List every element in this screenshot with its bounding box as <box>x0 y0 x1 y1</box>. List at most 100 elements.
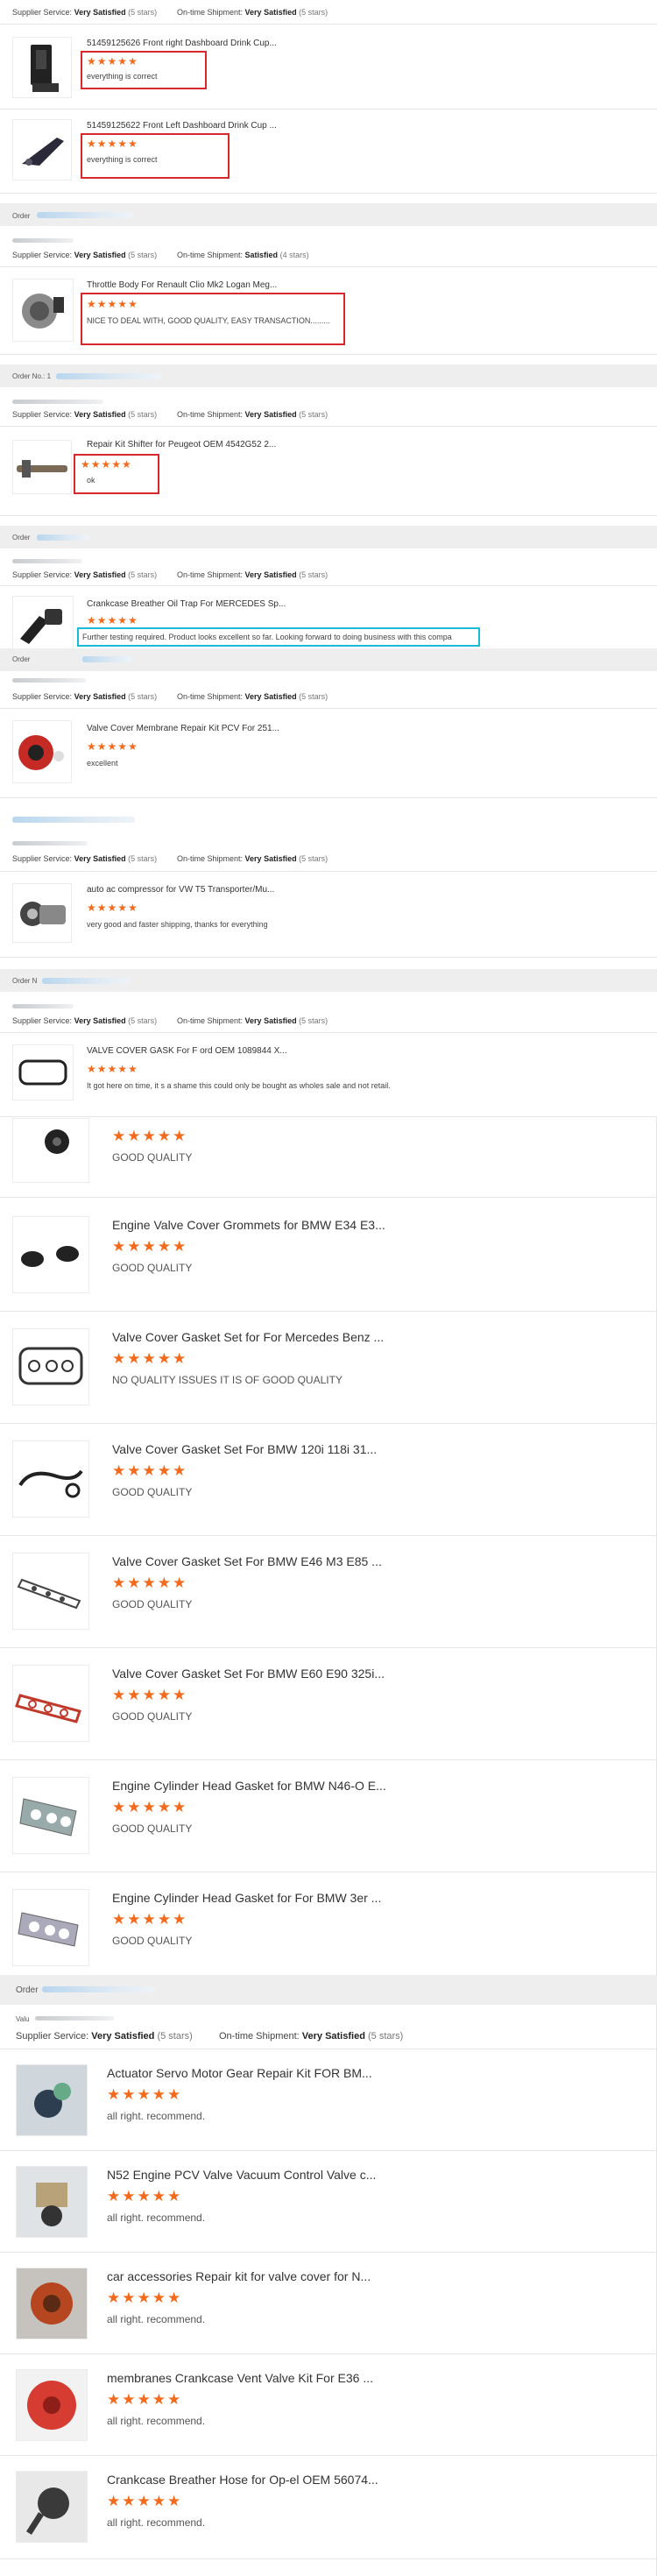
shipment-row: On-time Shipment: Very Satisfied (5 star… <box>177 8 328 17</box>
gasket-set-image <box>18 1469 83 1498</box>
shipment-label: On-time Shipment: <box>177 410 244 419</box>
review-text: GOOD QUALITY <box>112 1262 193 1274</box>
shipment-row: On-time Shipment: Satisfied (4 stars) <box>177 251 309 259</box>
rating-stars: ★★★★★ <box>107 2493 183 2509</box>
rating-stars: ★★★★★ <box>112 1575 188 1591</box>
supplier-rating: Very Satisfied <box>74 410 126 419</box>
product-title[interactable]: Valve Cover Gasket Set For BMW E46 M3 E8… <box>112 1554 382 1568</box>
product-thumbnail[interactable] <box>12 1216 89 1293</box>
product-thumbnail[interactable] <box>16 2166 88 2238</box>
shipment-rating: Very Satisfied <box>244 692 297 701</box>
supplier-service-row: Supplier Service: Very Satisfied (5 star… <box>12 1016 157 1025</box>
product-title[interactable]: Valve Cover Gasket Set For BMW E60 E90 3… <box>112 1667 385 1681</box>
product-thumbnail[interactable] <box>12 1440 89 1518</box>
product-thumbnail[interactable] <box>16 2064 88 2136</box>
head-gasket-image <box>18 1912 79 1947</box>
gasket-set-image <box>17 1578 81 1610</box>
product-thumbnail[interactable] <box>12 119 72 180</box>
product-thumbnail[interactable] <box>12 1889 89 1966</box>
shipment-stars-count: (5 stars) <box>299 410 328 419</box>
product-thumbnail[interactable] <box>12 1328 89 1405</box>
shipment-rating: Very Satisfied <box>244 854 297 863</box>
product-title[interactable]: Actuator Servo Motor Gear Repair Kit FOR… <box>107 2066 372 2080</box>
product-thumbnail[interactable] <box>12 1777 89 1854</box>
product-title[interactable]: VALVE COVER GASK For F ord OEM 1089844 X… <box>87 1046 287 1056</box>
shipment-rating: Very Satisfied <box>244 1016 297 1025</box>
product-thumbnail[interactable] <box>12 596 74 652</box>
product-thumbnail[interactable] <box>12 37 72 98</box>
product-title[interactable]: Engine Cylinder Head Gasket for For BMW … <box>112 1891 381 1905</box>
product-thumbnail[interactable] <box>12 883 72 943</box>
rating-stars: ★★★★★ <box>87 298 138 310</box>
supplier-service-row: Supplier Service: Very Satisfied (5 star… <box>12 251 157 259</box>
dashboard-part-image <box>22 138 64 166</box>
product-title[interactable]: N52 Engine PCV Valve Vacuum Control Valv… <box>107 2168 376 2182</box>
product-title[interactable]: auto ac compressor for VW T5 Transporter… <box>87 885 274 895</box>
shipment-rating: Very Satisfied <box>244 410 297 419</box>
shipment-label: On-time Shipment: <box>177 1016 244 1025</box>
product-title[interactable]: Valve Cover Membrane Repair Kit PCV For … <box>87 724 279 733</box>
grommets-image <box>21 1246 79 1267</box>
product-title[interactable]: car accessories Repair kit for valve cov… <box>107 2269 371 2283</box>
rating-stars: ★★★★★ <box>112 1687 188 1703</box>
order-number-label: Order <box>16 1985 39 1995</box>
rating-stars: ★★★★★ <box>112 1911 188 1928</box>
product-thumbnail[interactable] <box>12 1665 89 1742</box>
supplier-service-label: Supplier Service: <box>12 570 73 579</box>
product-thumbnail[interactable] <box>12 1044 74 1100</box>
shipment-label: On-time Shipment: <box>177 692 244 701</box>
supplier-service-label: Supplier Service: <box>12 692 73 701</box>
product-title[interactable]: Engine Valve Cover Grommets for BMW E34 … <box>112 1218 385 1232</box>
supplier-service-label: Supplier Service: <box>12 8 73 17</box>
product-title[interactable]: 51459125622 Front Left Dashboard Drink C… <box>87 121 277 131</box>
product-thumbnail[interactable] <box>16 2369 88 2441</box>
shipment-rating: Satisfied <box>244 251 279 259</box>
review-text: GOOD QUALITY <box>112 1486 193 1498</box>
supplier-service-label: Supplier Service: <box>16 2031 89 2042</box>
gasket-image <box>18 1059 67 1086</box>
product-thumbnail[interactable] <box>12 279 74 342</box>
shipment-stars-count: (5 stars) <box>299 1016 328 1025</box>
supplier-rating: Very Satisfied <box>74 854 126 863</box>
product-title[interactable]: Repair Kit Shifter for Peugeot OEM 4542G… <box>87 440 276 449</box>
product-title[interactable]: 51459125626 Front right Dashboard Drink … <box>87 39 277 48</box>
product-title[interactable]: Throttle Body For Renault Clio Mk2 Logan… <box>87 280 277 290</box>
review-text: everything is correct <box>87 155 158 164</box>
product-thumbnail[interactable] <box>12 720 72 783</box>
product-title[interactable]: Engine Cylinder Head Gasket for BMW N46-… <box>112 1779 386 1793</box>
product-thumbnail[interactable] <box>16 2268 88 2339</box>
grommet-image <box>45 1129 69 1154</box>
supplier-stars-count: (5 stars) <box>128 854 158 863</box>
review-text: It got here on time, it s a shame this c… <box>87 1081 391 1090</box>
product-thumbnail[interactable] <box>12 1553 89 1630</box>
supplier-stars-count: (5 stars) <box>128 8 158 17</box>
breather-hose-image <box>17 2472 87 2542</box>
rating-stars: ★★★★★ <box>107 2289 183 2306</box>
product-thumbnail[interactable] <box>12 1118 89 1183</box>
shipment-row: On-time Shipment: Very Satisfied (5 star… <box>177 1016 328 1025</box>
product-thumbnail[interactable] <box>16 2471 88 2543</box>
order-header <box>0 526 657 548</box>
supplier-stars-count: (5 stars) <box>128 251 158 259</box>
product-title[interactable]: Valve Cover Gasket Set For BMW 120i 118i… <box>112 1442 377 1456</box>
product-title[interactable]: Crankcase Breather Hose for Op-el OEM 56… <box>107 2473 378 2487</box>
rating-stars: ★★★★★ <box>87 1063 138 1075</box>
supplier-rating: Very Satisfied <box>74 692 126 701</box>
supplier-service-label: Supplier Service: <box>12 410 73 419</box>
shipment-stars-count: (5 stars) <box>299 854 328 863</box>
product-title[interactable]: Valve Cover Gasket Set for For Mercedes … <box>112 1330 384 1344</box>
review-text: GOOD QUALITY <box>112 1598 193 1610</box>
shipment-stars-count: (5 stars) <box>367 2031 404 2042</box>
head-gasket-image <box>19 1798 77 1836</box>
product-title[interactable]: membranes Crankcase Vent Valve Kit For E… <box>107 2371 373 2385</box>
rating-stars: ★★★★★ <box>112 1128 188 1144</box>
shipment-stars-count: (4 stars) <box>279 251 309 259</box>
product-title[interactable]: Crankcase Breather Oil Trap For MERCEDES… <box>87 599 286 609</box>
review-text: excellent <box>87 759 118 768</box>
pcv-valve-image <box>17 2167 87 2237</box>
vent-valve-kit-image <box>17 2370 87 2440</box>
rating-stars: ★★★★★ <box>87 55 138 67</box>
order-number-label: Order No.: 1 <box>12 372 52 380</box>
product-thumbnail[interactable] <box>12 440 72 494</box>
review-text: Further testing required. Product looks … <box>82 633 452 641</box>
